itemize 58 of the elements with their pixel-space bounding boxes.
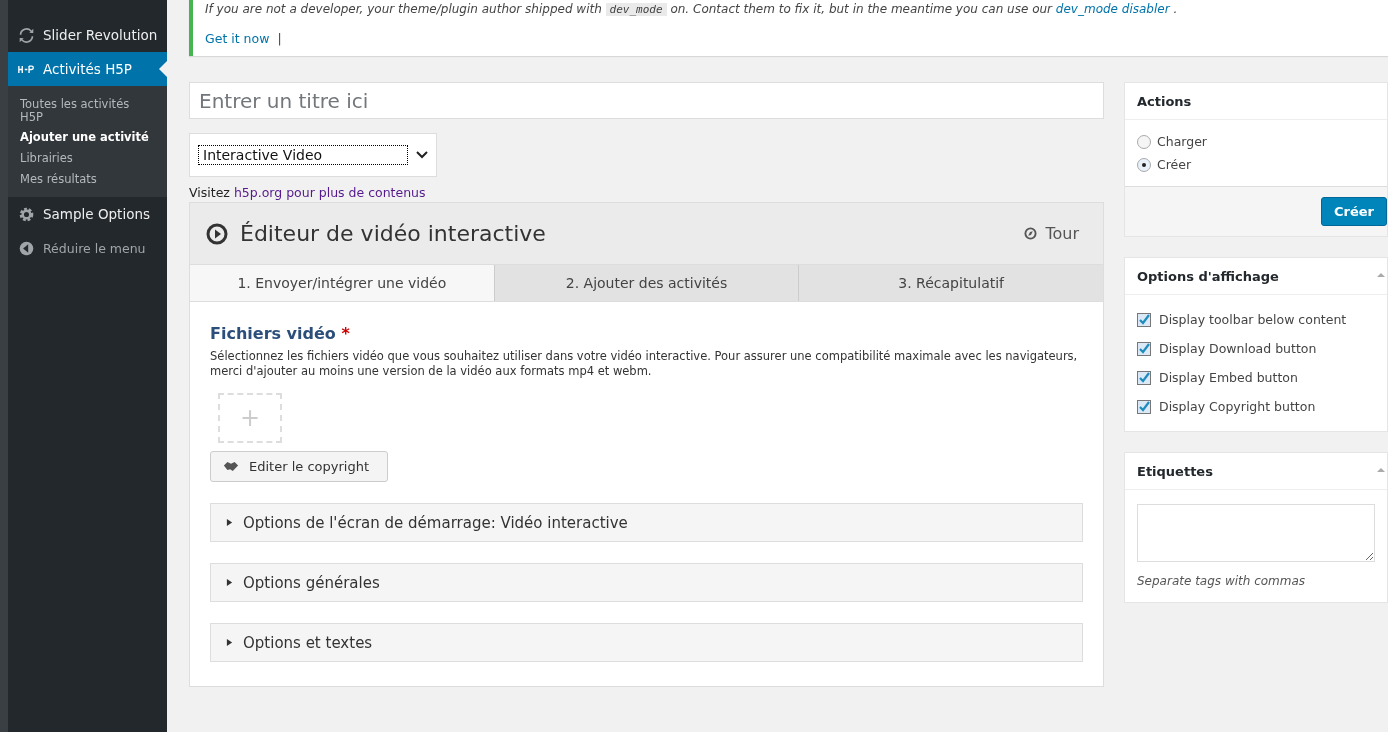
- checkbox-label: Display Embed button: [1159, 370, 1298, 385]
- submenu-item[interactable]: Ajouter une activité: [8, 127, 167, 148]
- get-it-link[interactable]: Get it now: [205, 31, 270, 46]
- play-icon: [206, 222, 228, 245]
- tour-button[interactable]: Tour: [1024, 224, 1079, 243]
- panel-title: Etiquettes: [1125, 453, 1387, 490]
- tags-hint: Separate tags with commas: [1137, 574, 1307, 588]
- caret-icon: [226, 519, 233, 526]
- disabler-link[interactable]: dev_mode disabler: [1055, 2, 1170, 16]
- title-field[interactable]: Entrer un titre ici: [189, 82, 1104, 119]
- step-tab[interactable]: 3. Récapitulatif: [798, 265, 1103, 301]
- caret-icon: [226, 579, 233, 586]
- collapsible-section[interactable]: Options de l'écran de démarrage: Vidéo interactive: [210, 503, 1083, 542]
- create-button[interactable]: Créer: [1321, 197, 1387, 226]
- editor-title: Éditeur de vidéo interactive: [240, 221, 547, 246]
- radio-label: Charger: [1157, 134, 1207, 149]
- menu-item[interactable]: Réduire le menu: [8, 231, 167, 266]
- checkbox-label: Display toolbar below content: [1159, 312, 1347, 327]
- collapse-icon: [18, 239, 35, 257]
- tags-field[interactable]: [1137, 504, 1375, 562]
- visit-text: Visitez: [189, 185, 230, 200]
- menu-item[interactable]: Activités H5P: [8, 52, 167, 86]
- content-type-select[interactable]: Interactive Video: [189, 133, 437, 177]
- checkbox[interactable]: [1137, 370, 1151, 385]
- field-label: Fichiers vidéo: [210, 324, 336, 343]
- radio-button[interactable]: [1137, 134, 1151, 149]
- collapsible-section[interactable]: Options et textes: [210, 623, 1083, 662]
- menu-item[interactable]: Slider Revolution: [8, 18, 167, 52]
- checkbox[interactable]: [1137, 341, 1151, 356]
- gear-icon: [18, 205, 35, 223]
- step-tab[interactable]: 2. Ajouter des activités: [493, 265, 799, 301]
- checkbox-label: Display Copyright button: [1159, 399, 1316, 414]
- checkbox-label: Display Download button: [1159, 341, 1317, 356]
- panel-title: Actions: [1125, 83, 1387, 120]
- radio-label: Créer: [1157, 157, 1192, 172]
- copyright-button[interactable]: Editer le copyright: [210, 451, 388, 482]
- submenu-item[interactable]: Librairies: [8, 147, 167, 169]
- submenu-item[interactable]: Mes résultats: [8, 168, 167, 190]
- submenu-item[interactable]: Toutes les activités H5P: [8, 94, 167, 128]
- menu-item[interactable]: Sample Options: [8, 197, 167, 232]
- panel-title: Options d'affichage: [1125, 258, 1387, 295]
- compass-icon: [1024, 227, 1038, 240]
- caret-icon: [226, 639, 233, 646]
- notice-text: If you are not a developer, your theme/plugin author shipped with dev_mode on. Contact them to fix it, but in the meantime you can use our dev_mode disabler .: [205, 1, 1179, 18]
- checkbox[interactable]: [1137, 399, 1151, 414]
- collapse-arrow-icon[interactable]: [1377, 468, 1385, 472]
- field-description: Sélectionnez les fichiers vidéo que vous souhaitez utiliser dans votre vidéo interactive. Pour assurer une compatibilité maximale avec les navigateurs, merci d'ajouter au moins une version de la vidéo aux formats mp4 et webm.: [210, 349, 1079, 379]
- collapse-arrow-icon[interactable]: [1377, 273, 1385, 277]
- required-mark: *: [341, 324, 350, 343]
- collapsible-section[interactable]: Options générales: [210, 563, 1083, 602]
- checkbox[interactable]: [1137, 312, 1151, 327]
- refresh-icon: [18, 26, 35, 44]
- separator-text: |: [277, 31, 282, 46]
- h5p-link[interactable]: h5p.org pour plus de contenus: [233, 185, 426, 200]
- step-tab[interactable]: 1. Envoyer/intégrer une vidéo: [190, 265, 494, 301]
- chevron-icon: [416, 151, 428, 159]
- h5p-icon: [18, 64, 35, 74]
- radio-button[interactable]: [1137, 157, 1151, 172]
